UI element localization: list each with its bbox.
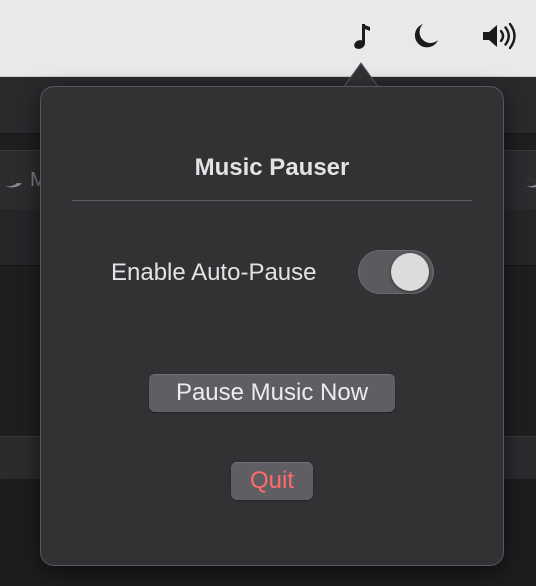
popover-arrow — [343, 62, 379, 88]
music-pauser-menu-item[interactable] — [343, 18, 379, 58]
do-not-disturb-menu-item[interactable] — [408, 18, 444, 58]
toggle-knob — [391, 253, 429, 291]
popover-title: Music Pauser — [194, 154, 350, 181]
swift-icon — [2, 171, 26, 196]
moon-icon — [411, 21, 441, 56]
auto-pause-toggle[interactable] — [358, 250, 434, 294]
volume-menu-item[interactable] — [478, 18, 524, 58]
music-pauser-popover: Music Pauser Enable Auto-Pause Pause Mus… — [40, 86, 504, 566]
screen: Mu M — [0, 0, 536, 586]
speaker-volume-icon — [480, 21, 522, 56]
pause-music-now-button[interactable]: Pause Music Now — [149, 374, 395, 412]
title-divider — [72, 200, 472, 201]
swift-icon — [523, 171, 536, 196]
auto-pause-row: Enable Auto-Pause — [41, 249, 503, 295]
auto-pause-label: Enable Auto-Pause — [111, 259, 317, 286]
menu-bar — [0, 0, 536, 77]
quit-button[interactable]: Quit — [231, 462, 313, 500]
music-note-icon — [350, 21, 372, 56]
